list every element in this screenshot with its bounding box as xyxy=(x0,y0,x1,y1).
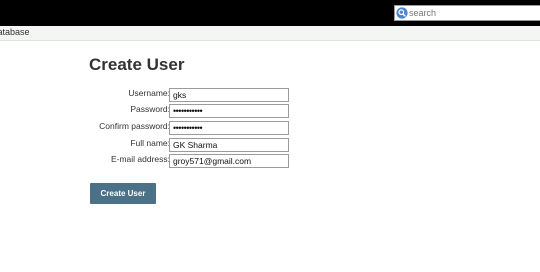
email-label: E-mail address: xyxy=(110,154,170,164)
full-name-label: Full name: xyxy=(130,138,170,148)
password-field[interactable] xyxy=(169,104,289,118)
breadcrumb-bar: Database xyxy=(0,26,540,41)
email-field[interactable] xyxy=(169,154,289,168)
search-box[interactable] xyxy=(394,5,540,21)
top-navigation-bar xyxy=(0,0,540,26)
search-input[interactable] xyxy=(409,6,539,20)
page-title: Create User xyxy=(89,55,185,74)
password-label: Password: xyxy=(130,104,170,114)
create-user-button[interactable]: Create User xyxy=(90,183,156,204)
username-field[interactable] xyxy=(169,88,289,102)
confirm-password-label: Confirm password: xyxy=(99,121,170,131)
username-label: Username: xyxy=(128,88,170,98)
breadcrumb-database-link[interactable]: Database xyxy=(0,27,30,37)
full-name-field[interactable] xyxy=(169,138,289,152)
confirm-password-field[interactable] xyxy=(169,121,289,135)
search-icon[interactable] xyxy=(396,7,408,19)
